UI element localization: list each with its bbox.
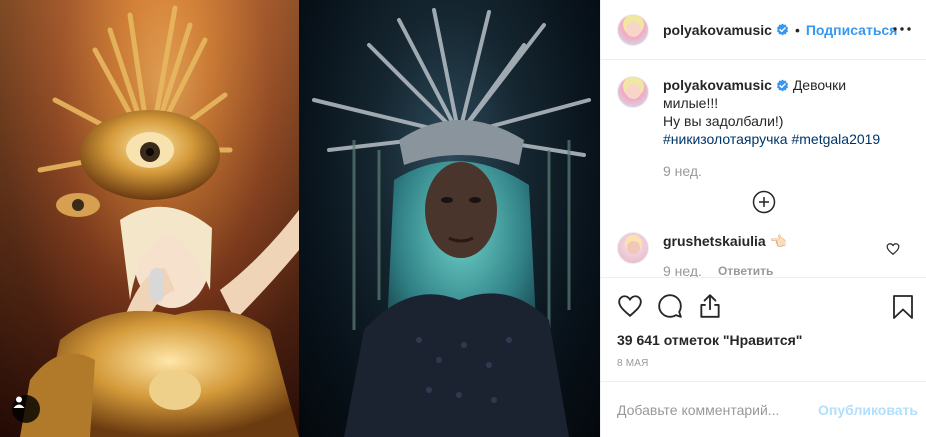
more-icon[interactable]	[890, 17, 914, 41]
share-icon[interactable]	[697, 286, 737, 326]
verified-icon	[776, 79, 789, 92]
comment-body: grushetskaiulia 👈🏻 9 нед. Ответить	[663, 232, 903, 277]
author-avatar[interactable]	[617, 13, 649, 46]
post-date[interactable]: 8 мая	[617, 358, 910, 369]
verified-icon	[776, 23, 789, 36]
photo-left	[0, 0, 299, 437]
instagram-post: polyakovamusic • Подписаться polyakovamu…	[0, 0, 926, 437]
comment-icon[interactable]	[657, 286, 697, 326]
header-separator: •	[794, 21, 800, 38]
photo-right-illustration	[312, 8, 591, 437]
user-tag-icon[interactable]	[12, 395, 40, 423]
comment-like-icon[interactable]	[886, 242, 900, 256]
bookmark-icon[interactable]	[892, 294, 916, 319]
caption-time[interactable]: 9 нед.	[663, 162, 702, 180]
reply-button[interactable]: Ответить	[718, 262, 773, 277]
comment-text: 👈🏻	[769, 233, 788, 249]
hashtag-link[interactable]: #никизолотаяручка	[663, 131, 788, 147]
follow-button[interactable]: Подписаться	[806, 22, 898, 38]
comment-time[interactable]: 9 нед.	[663, 262, 702, 277]
likes-count[interactable]: 39 641 отметок "Нравится"	[617, 332, 910, 348]
action-icons	[617, 286, 913, 326]
load-more-icon[interactable]	[752, 190, 776, 214]
comment-item: grushetskaiulia 👈🏻 9 нед. Ответить	[617, 232, 910, 277]
heart-icon[interactable]	[617, 286, 657, 326]
post-header: polyakovamusic • Подписаться	[601, 0, 926, 60]
post-sidebar: polyakovamusic • Подписаться polyakovamu…	[600, 0, 926, 437]
post-media[interactable]	[0, 0, 600, 437]
comments-section: polyakovamusic Девочки милые!!! Ну вы за…	[601, 60, 926, 277]
caption: polyakovamusic Девочки милые!!! Ну вы за…	[617, 76, 910, 180]
load-more-comments	[617, 190, 910, 214]
caption-avatar[interactable]	[617, 76, 649, 108]
caption-username[interactable]: polyakovamusic	[663, 77, 772, 93]
publish-button[interactable]: Опубликовать	[818, 402, 918, 418]
commenter-avatar[interactable]	[617, 232, 649, 264]
hashtag-link[interactable]: #metgala2019	[791, 131, 880, 147]
comment-meta: 9 нед. Ответить	[663, 262, 903, 277]
photo-right	[299, 0, 600, 437]
photo-left-illustration	[0, 0, 299, 437]
comment-input[interactable]	[617, 401, 819, 418]
post-actions: 39 641 отметок "Нравится" 8 мая	[601, 277, 926, 369]
caption-body: polyakovamusic Девочки милые!!! Ну вы за…	[663, 76, 903, 180]
add-comment-bar: Опубликовать	[601, 381, 926, 437]
caption-meta: 9 нед.	[663, 162, 903, 180]
caption-text-line2: Ну вы задолбали!)	[663, 113, 784, 129]
comment-username[interactable]: grushetskaiulia	[663, 233, 766, 249]
author-username[interactable]: polyakovamusic	[663, 22, 772, 38]
